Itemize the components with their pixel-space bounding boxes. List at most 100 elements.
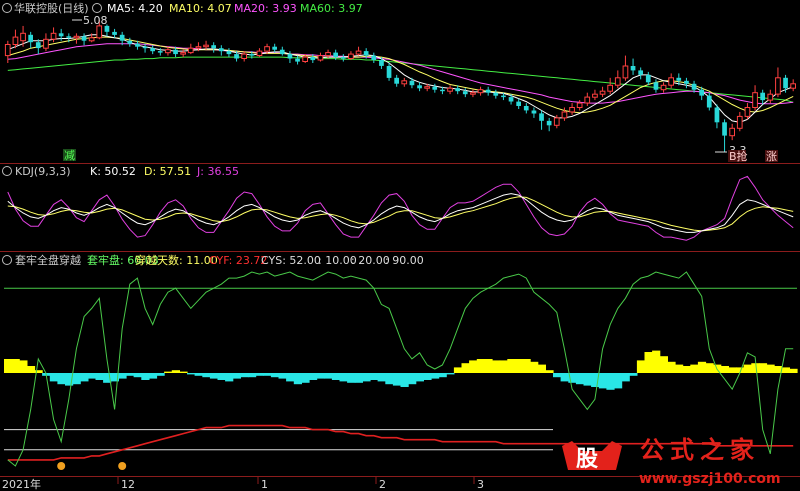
candle-body [516, 101, 521, 106]
candle-body [561, 111, 568, 119]
positive-bar [469, 360, 478, 373]
positive-bar [492, 360, 501, 373]
logo-char: 股 [576, 447, 598, 472]
negative-bar [286, 373, 295, 382]
candle-body [607, 84, 613, 92]
positive-bar [545, 370, 554, 373]
candle-body [302, 56, 308, 62]
candle-body [523, 106, 529, 111]
positive-bar [537, 364, 546, 373]
candle-body [470, 92, 476, 95]
negative-bar [438, 373, 447, 378]
candle-body [790, 83, 796, 89]
candle-body [508, 97, 514, 102]
candle-body [775, 77, 781, 95]
negative-bar [194, 373, 203, 376]
negative-bar [583, 373, 592, 386]
candle-body [112, 31, 117, 35]
candle-body [325, 52, 331, 57]
cyf-label: CYF: 23.72 [209, 254, 267, 267]
negative-bar [339, 373, 348, 382]
candle-body [180, 52, 187, 55]
positive-bar [667, 361, 676, 373]
positive-bar [743, 364, 752, 373]
candle-body [767, 93, 774, 101]
candle-body [546, 120, 552, 126]
positive-bar [461, 363, 470, 373]
negative-bar [408, 373, 417, 385]
candle-body [50, 32, 57, 40]
candle-body [760, 92, 765, 101]
positive-bar [720, 366, 729, 373]
candle-body [645, 74, 651, 83]
candle-body [485, 89, 491, 93]
negative-bar [202, 373, 211, 378]
candle-body [622, 65, 629, 79]
negative-bar [72, 373, 81, 385]
candle-body [142, 46, 148, 49]
kdj-j-label: J: 36.55 [196, 165, 239, 178]
negative-bar [278, 373, 287, 379]
candle-body [279, 49, 285, 55]
ma60-label: MA60: 3.97 [300, 2, 363, 15]
negative-bar [347, 373, 356, 383]
candle-body [386, 66, 392, 78]
candle-body [363, 51, 369, 56]
candle-body [394, 77, 399, 84]
candle-body [81, 36, 87, 41]
candle-body [241, 53, 248, 59]
candle-body [43, 38, 49, 49]
positive-bar [507, 359, 516, 373]
candle-body [401, 80, 408, 85]
candle-body [409, 80, 415, 86]
negative-bar [316, 373, 325, 379]
candle-body [272, 46, 277, 50]
candle-body [668, 77, 674, 86]
candle-body [12, 36, 19, 45]
negative-bar [400, 373, 409, 387]
negative-bar [606, 373, 615, 390]
positive-bar [705, 363, 714, 373]
negative-bar [126, 373, 135, 376]
negative-bar [370, 373, 379, 380]
negative-bar [629, 373, 638, 376]
negative-bar [148, 373, 158, 379]
negative-bar [87, 373, 97, 379]
kdj-k-label: K: 50.52 [90, 165, 136, 178]
negative-bar [392, 373, 402, 386]
negative-bar [80, 373, 89, 382]
negative-bar [217, 373, 226, 380]
candle-body [165, 49, 171, 54]
negative-bar [423, 373, 432, 380]
positive-bar [751, 363, 760, 373]
positive-bar [171, 370, 180, 373]
candle-body [684, 80, 689, 84]
candle-body [736, 115, 743, 129]
candle-body [35, 42, 41, 49]
negative-bar [431, 373, 440, 379]
high-price-label: 5.08 [83, 14, 108, 27]
x-tick-label: 12 [121, 478, 135, 491]
positive-bar [484, 359, 493, 373]
positive-bar [499, 360, 508, 373]
negative-bar [133, 373, 142, 378]
rise-signal: 涨 [766, 150, 777, 163]
negative-bar [331, 373, 341, 380]
candle-body [531, 110, 537, 114]
chart-stage: 华联控股(日线) MA5: 4.20 MA10: 4.07 MA20: 3.93… [0, 0, 800, 491]
candle-body [630, 66, 636, 71]
negative-bar [354, 373, 363, 383]
negative-bar [621, 373, 630, 382]
ma5-label: MA5: 4.20 [107, 2, 163, 15]
candle-body [501, 95, 506, 98]
negative-bar [560, 373, 569, 382]
positive-bar [26, 366, 36, 373]
negative-bar [95, 373, 104, 380]
candle-body [211, 45, 216, 49]
candle-body [66, 36, 72, 38]
candle-body [440, 89, 445, 92]
candle-body [20, 32, 26, 42]
positive-bar [530, 361, 539, 373]
candle-body [340, 57, 346, 59]
candle-body [706, 95, 712, 108]
